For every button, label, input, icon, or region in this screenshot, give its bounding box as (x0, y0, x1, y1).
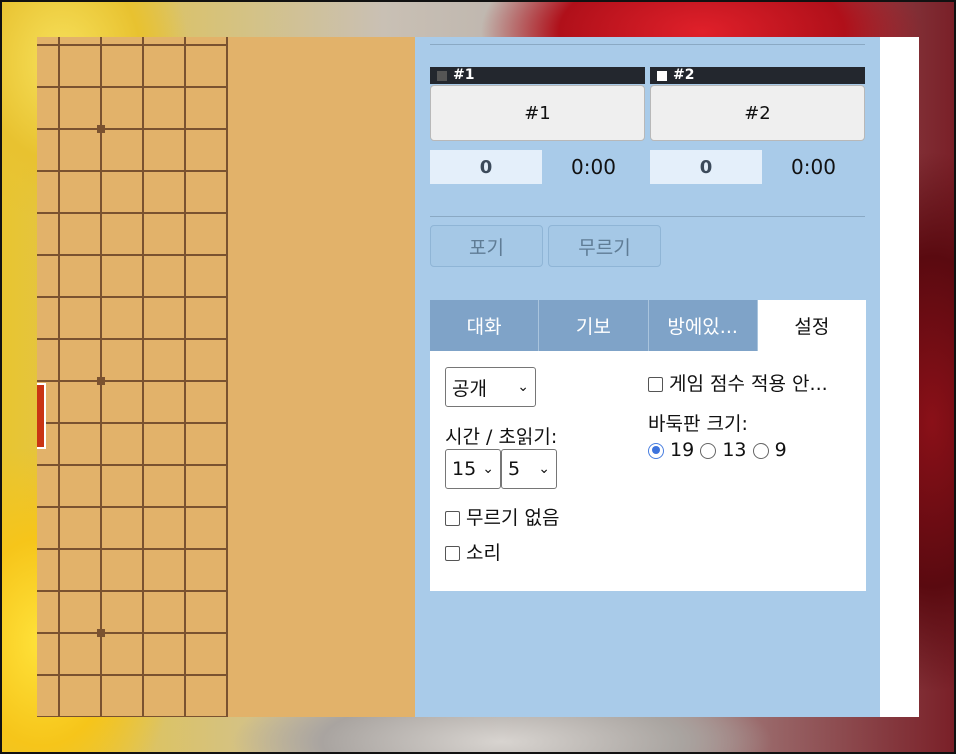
player-2-header: #2 (650, 67, 865, 84)
byoyomi-select[interactable]: 5 ⌄ (501, 449, 557, 489)
player-1-score: 0 (430, 150, 542, 184)
board-grid[interactable] (37, 37, 415, 717)
sound-label: 소리 (466, 542, 502, 564)
player-2-time: 0:00 (791, 155, 836, 179)
player-2: #2 #2 0 0:00 (650, 67, 865, 184)
tab-record[interactable]: 기보 (539, 300, 649, 351)
settings-pane: 공개 ⌄ 시간 / 초읽기: 15 ⌄ 5 ⌄ 무르기 없음 소리 게임 점수 … (430, 351, 866, 591)
player-2-header-label: #2 (673, 67, 695, 83)
visibility-value: 공개 (452, 377, 487, 400)
time-minutes-value: 15 (452, 458, 477, 480)
divider-top (430, 44, 865, 45)
byoyomi-value: 5 (508, 458, 521, 480)
player-1-button[interactable]: #1 (430, 85, 645, 141)
board-size-9-radio[interactable] (752, 442, 769, 459)
time-minutes-select[interactable]: 15 ⌄ (445, 449, 501, 489)
player-2-button[interactable]: #2 (650, 85, 865, 141)
chevron-down-icon: ⌄ (538, 461, 550, 477)
player-2-stone-icon (657, 70, 667, 81)
no-rating-label: 게임 점수 적용 안... (669, 373, 828, 395)
tab-chat[interactable]: 대화 (430, 300, 540, 351)
tab-bar: 대화 기보 방에있... 설정 (430, 300, 866, 351)
no-undo-label: 무르기 없음 (466, 507, 560, 529)
undo-button[interactable]: 무르기 (548, 225, 661, 267)
board-size-19-label: 19 (670, 439, 695, 461)
time-label: 시간 / 초읽기: (445, 426, 558, 448)
board-size-13-radio[interactable] (700, 442, 717, 459)
board-size-label: 바둑판 크기: (648, 413, 748, 435)
no-rating-checkbox[interactable] (648, 377, 663, 392)
board-size-options: 19 13 9 (648, 439, 787, 461)
player-1: #1 #1 0 0:00 (430, 67, 645, 184)
player-1-time: 0:00 (571, 155, 616, 179)
resign-button[interactable]: 포기 (430, 225, 543, 267)
tab-users[interactable]: 방에있... (648, 300, 758, 351)
player-1-header-label: #1 (453, 67, 475, 83)
sound-option[interactable]: 소리 (445, 538, 501, 565)
no-undo-option[interactable]: 무르기 없음 (445, 503, 560, 530)
star-point (97, 629, 105, 637)
side-panel: #1 #1 0 0:00 #2 #2 0 0:00 포기 무르기 대화 기보 방… (415, 37, 880, 717)
visibility-select[interactable]: 공개 ⌄ (445, 367, 536, 407)
player-1-stone-icon (437, 70, 447, 81)
sound-checkbox[interactable] (445, 546, 460, 561)
no-undo-checkbox[interactable] (445, 511, 460, 526)
turn-marker (37, 383, 46, 449)
chevron-down-icon: ⌄ (517, 379, 529, 395)
player-1-header: #1 (430, 67, 645, 84)
divider-middle (430, 216, 865, 217)
window-margin (880, 37, 919, 717)
tab-settings[interactable]: 설정 (757, 300, 866, 351)
player-2-score: 0 (650, 150, 762, 184)
chevron-down-icon: ⌄ (482, 461, 494, 477)
board-size-9-label: 9 (774, 439, 787, 461)
go-board[interactable] (37, 37, 415, 717)
star-point (97, 125, 105, 133)
no-rating-option[interactable]: 게임 점수 적용 안... (648, 369, 828, 396)
board-size-13-label: 13 (722, 439, 747, 461)
star-point (97, 377, 105, 385)
board-size-19-radio[interactable] (648, 442, 664, 459)
